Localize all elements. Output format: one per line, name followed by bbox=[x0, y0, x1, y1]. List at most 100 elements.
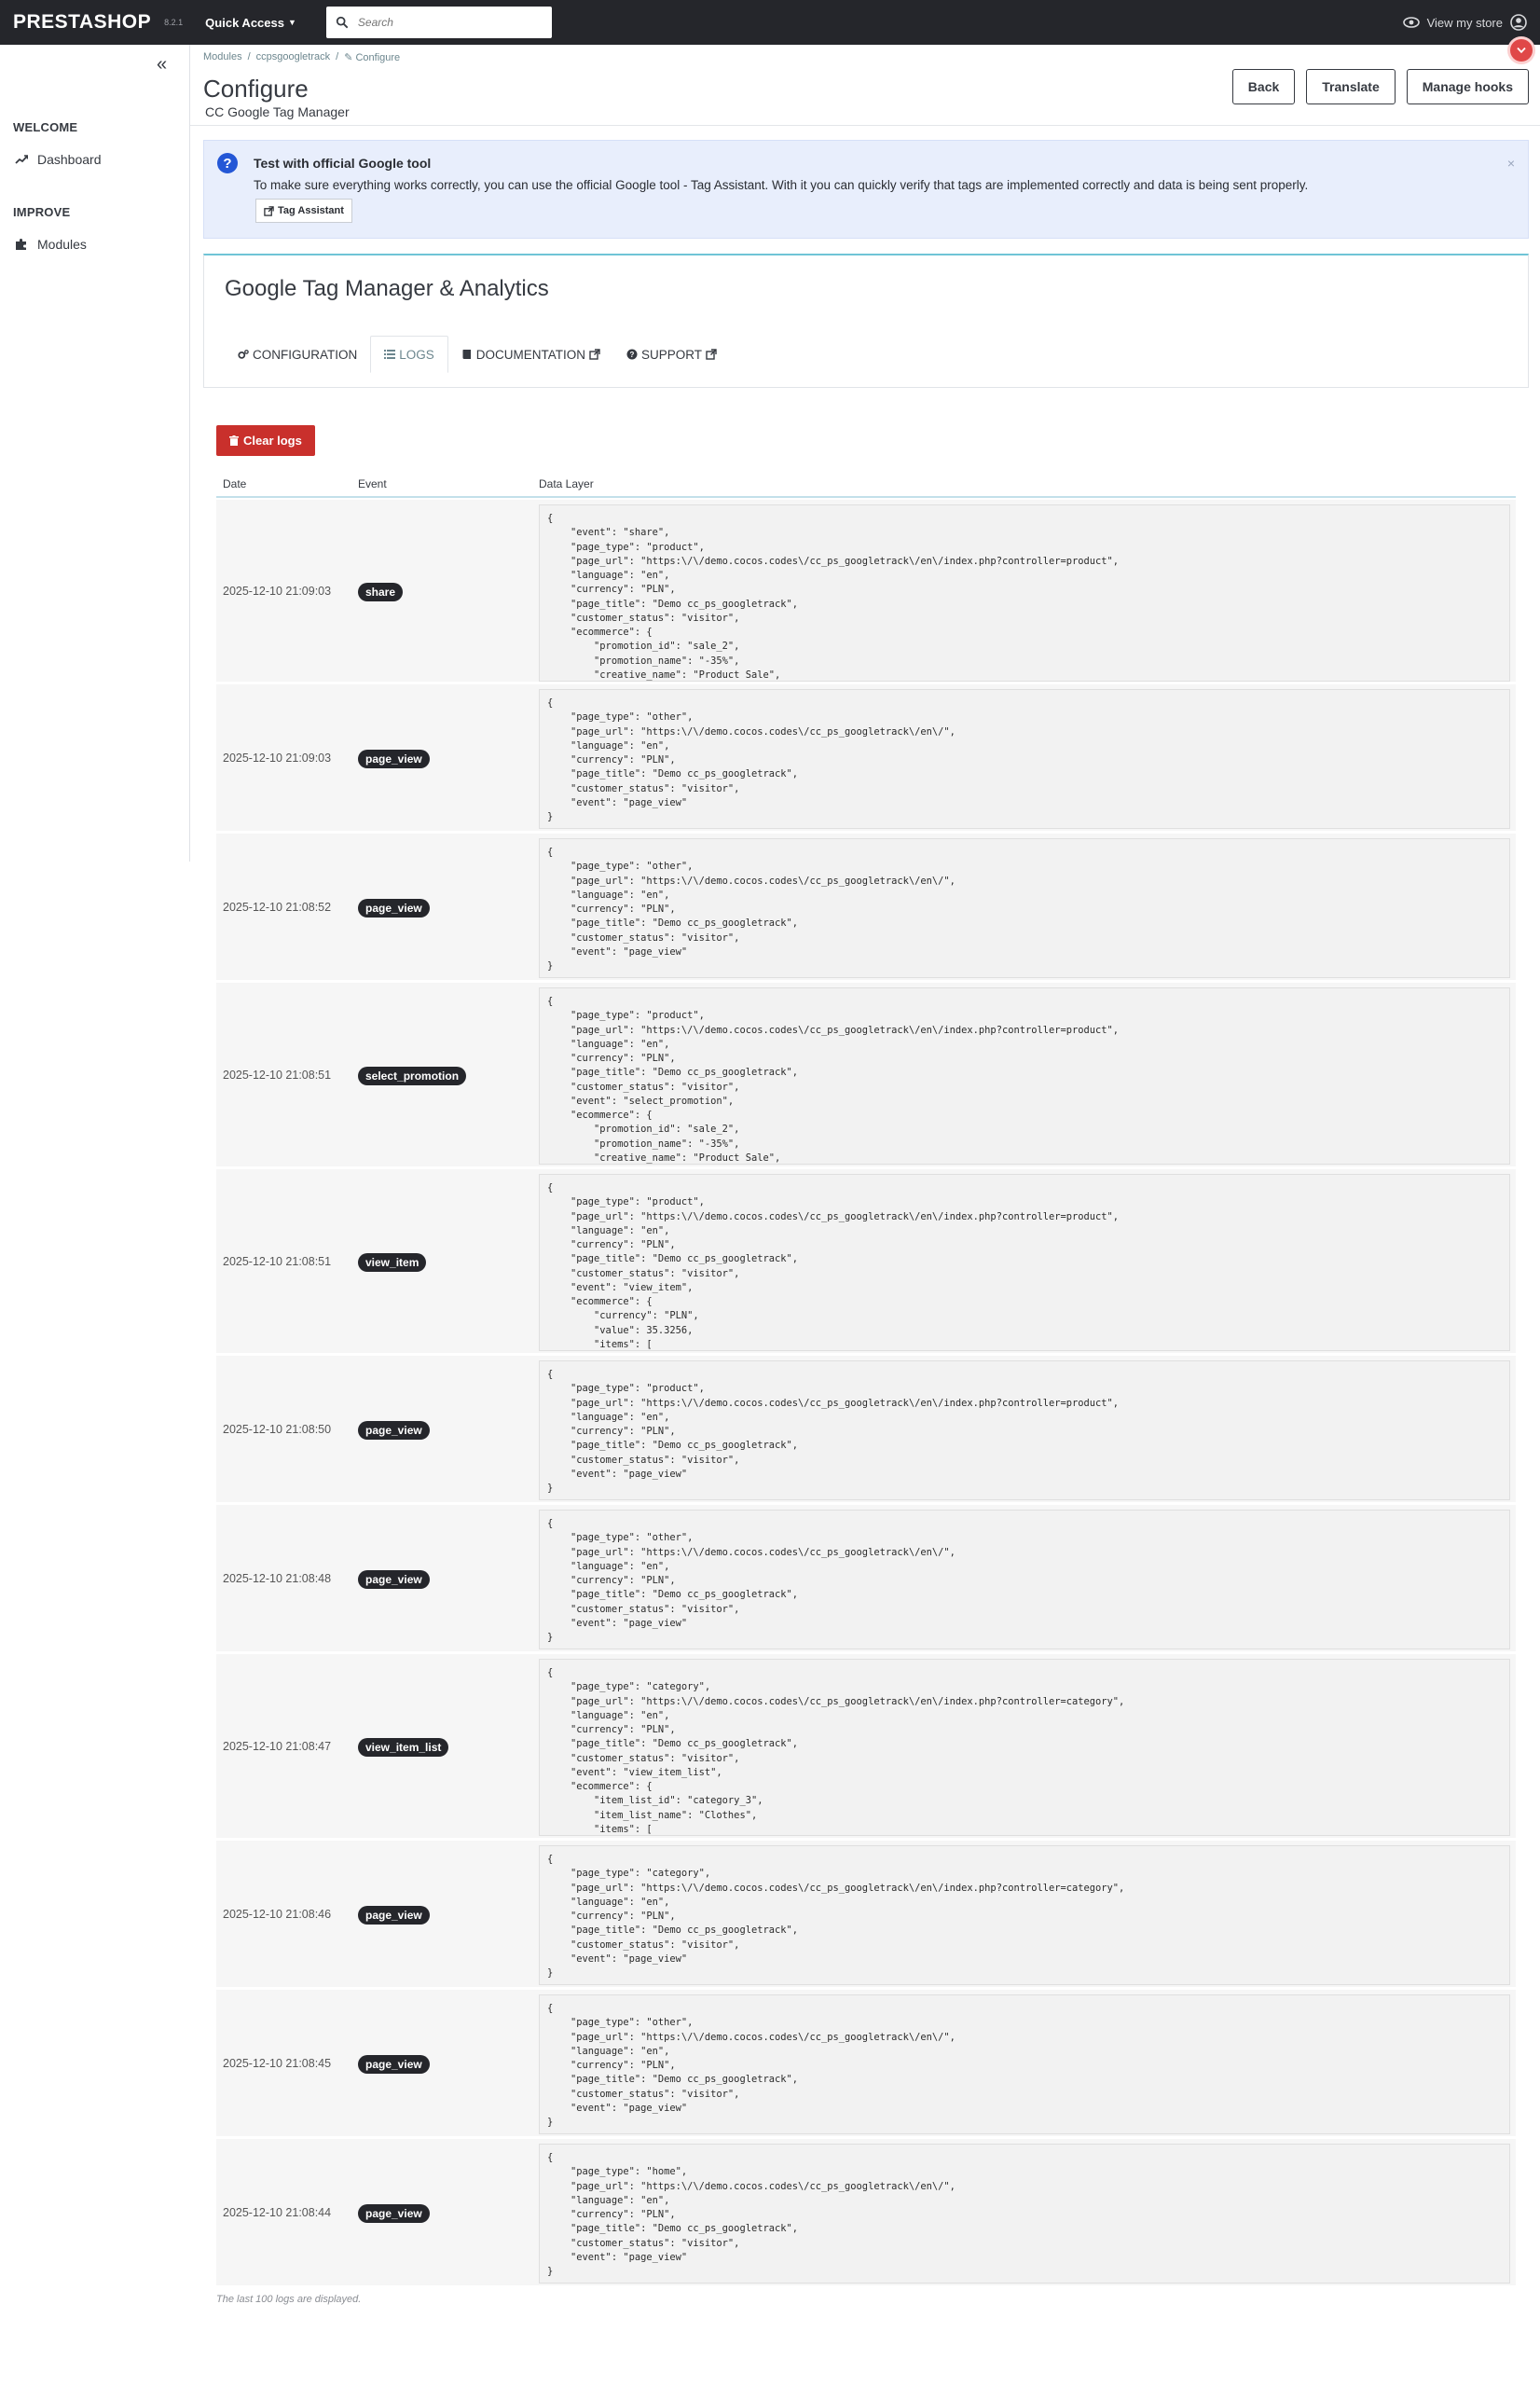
log-date: 2025-12-10 21:08:47 bbox=[223, 1740, 332, 1753]
question-circle-icon: ? bbox=[626, 349, 638, 360]
tab-support[interactable]: ? SUPPORT bbox=[613, 336, 730, 373]
data-layer-code[interactable]: { "page_type": "home", "page_url": "http… bbox=[539, 2144, 1510, 2284]
question-circle-icon: ? bbox=[217, 153, 238, 173]
breadcrumb-module[interactable]: ccpsgoogletrack bbox=[256, 51, 331, 63]
event-badge: page_view bbox=[358, 899, 430, 918]
header-toolbar: Back Translate Manage hooks bbox=[1231, 69, 1529, 104]
breadcrumb-current: ✎ Configure bbox=[344, 51, 400, 63]
cogs-icon bbox=[238, 350, 249, 359]
event-badge: page_view bbox=[358, 750, 430, 768]
sidebar-item-label: Dashboard bbox=[37, 152, 102, 167]
tab-label: DOCUMENTATION bbox=[475, 347, 586, 362]
alert-text: To make sure everything works correctly,… bbox=[254, 178, 1309, 192]
tab-documentation[interactable]: DOCUMENTATION bbox=[448, 336, 613, 373]
log-date: 2025-12-10 21:08:45 bbox=[223, 2057, 332, 2070]
search-icon bbox=[336, 16, 349, 29]
table-row: 2025-12-10 21:08:50 page_view { "page_ty… bbox=[216, 1356, 1516, 1505]
event-badge: page_view bbox=[358, 1906, 430, 1925]
event-badge: page_view bbox=[358, 1570, 430, 1589]
table-row: 2025-12-10 21:08:51 select_promotion { "… bbox=[216, 983, 1516, 1169]
column-header-date: Date bbox=[223, 477, 247, 490]
header-divider bbox=[190, 125, 1540, 126]
data-layer-code[interactable]: { "page_type": "product", "page_url": "h… bbox=[539, 1174, 1510, 1351]
tag-assistant-button[interactable]: Tag Assistant bbox=[255, 199, 352, 223]
logs-table-header: Date Event Data Layer bbox=[216, 472, 1516, 498]
breadcrumb-separator: / bbox=[247, 51, 251, 62]
log-date: 2025-12-10 21:08:52 bbox=[223, 901, 332, 914]
data-layer-code[interactable]: { "page_type": "other", "page_url": "htt… bbox=[539, 838, 1510, 978]
log-date: 2025-12-10 21:08:44 bbox=[223, 2206, 332, 2219]
alert-title: Test with official Google tool bbox=[254, 156, 432, 171]
table-row: 2025-12-10 21:08:45 page_view { "page_ty… bbox=[216, 1990, 1516, 2139]
list-icon bbox=[384, 350, 396, 359]
trending-up-icon bbox=[15, 155, 28, 164]
external-link-icon bbox=[264, 205, 274, 216]
sidebar-item-dashboard[interactable]: Dashboard bbox=[15, 152, 102, 167]
back-button[interactable]: Back bbox=[1231, 69, 1296, 104]
trash-icon bbox=[229, 435, 239, 446]
table-row: 2025-12-10 21:08:47 view_item_list { "pa… bbox=[216, 1654, 1516, 1841]
data-layer-code[interactable]: { "page_type": "other", "page_url": "htt… bbox=[539, 1994, 1510, 2134]
module-title: Google Tag Manager & Analytics bbox=[225, 276, 549, 301]
log-date: 2025-12-10 21:09:03 bbox=[223, 585, 332, 598]
prestashop-logo[interactable]: PRESTASHOP bbox=[13, 11, 151, 34]
sidebar-item-label: Modules bbox=[37, 237, 87, 252]
table-row: 2025-12-10 21:08:52 page_view { "page_ty… bbox=[216, 834, 1516, 983]
search-input[interactable] bbox=[357, 16, 535, 29]
view-store-link[interactable]: View my store bbox=[1402, 0, 1527, 45]
table-row: 2025-12-10 21:08:46 page_view { "page_ty… bbox=[216, 1841, 1516, 1990]
tab-logs[interactable]: LOGS bbox=[370, 336, 448, 373]
user-account-icon[interactable] bbox=[1510, 14, 1527, 31]
breadcrumb-current-label: Configure bbox=[355, 52, 401, 63]
translate-button[interactable]: Translate bbox=[1306, 69, 1396, 104]
info-alert: ? Test with official Google tool To make… bbox=[203, 140, 1529, 239]
tab-configuration[interactable]: CONFIGURATION bbox=[225, 336, 370, 373]
table-row: 2025-12-10 21:08:48 page_view { "page_ty… bbox=[216, 1505, 1516, 1654]
data-layer-code[interactable]: { "page_type": "product", "page_url": "h… bbox=[539, 987, 1510, 1165]
wrench-icon: ✎ bbox=[344, 52, 353, 63]
column-header-data-layer: Data Layer bbox=[539, 477, 594, 490]
logs-footnote: The last 100 logs are displayed. bbox=[216, 2294, 362, 2305]
view-store-label: View my store bbox=[1426, 15, 1503, 30]
close-icon[interactable]: × bbox=[1507, 156, 1515, 171]
page-subtitle: CC Google Tag Manager bbox=[205, 104, 350, 119]
log-date: 2025-12-10 21:08:46 bbox=[223, 1908, 332, 1921]
search-box[interactable] bbox=[325, 7, 552, 38]
event-badge: page_view bbox=[358, 2055, 430, 2074]
sidebar: « WELCOME Dashboard IMPROVE Modules bbox=[0, 45, 190, 862]
logs-table-body: 2025-12-10 21:09:03 share { "event": "sh… bbox=[216, 500, 1516, 2288]
notification-toggle[interactable] bbox=[1510, 39, 1533, 62]
tab-label: SUPPORT bbox=[641, 347, 703, 362]
sidebar-section-welcome: WELCOME bbox=[13, 120, 78, 134]
event-badge: view_item bbox=[358, 1253, 427, 1272]
table-row: 2025-12-10 21:08:44 page_view { "page_ty… bbox=[216, 2139, 1516, 2288]
tab-label: CONFIGURATION bbox=[253, 347, 358, 362]
sidebar-item-modules[interactable]: Modules bbox=[15, 237, 87, 252]
log-date: 2025-12-10 21:08:50 bbox=[223, 1423, 332, 1436]
top-bar: PRESTASHOP 8.2.1 Quick Access ▼ View my … bbox=[0, 0, 1540, 45]
data-layer-code[interactable]: { "page_type": "product", "page_url": "h… bbox=[539, 1360, 1510, 1500]
table-row: 2025-12-10 21:08:51 view_item { "page_ty… bbox=[216, 1169, 1516, 1356]
quick-access-label: Quick Access bbox=[205, 15, 284, 30]
collapse-sidebar-icon[interactable]: « bbox=[157, 54, 167, 76]
external-link-icon bbox=[589, 349, 600, 360]
module-tabs: CONFIGURATION LOGS DOCUMENTATION ? SUPPO… bbox=[225, 336, 730, 373]
data-layer-code[interactable]: { "page_type": "other", "page_url": "htt… bbox=[539, 689, 1510, 829]
quick-access-button[interactable]: Quick Access ▼ bbox=[205, 16, 296, 30]
svg-text:?: ? bbox=[630, 351, 635, 359]
event-badge: select_promotion bbox=[358, 1067, 467, 1085]
log-date: 2025-12-10 21:08:51 bbox=[223, 1255, 332, 1268]
clear-logs-button[interactable]: Clear logs bbox=[216, 425, 315, 456]
table-row: 2025-12-10 21:09:03 share { "event": "sh… bbox=[216, 500, 1516, 684]
data-layer-code[interactable]: { "event": "share", "page_type": "produc… bbox=[539, 504, 1510, 682]
clear-logs-label: Clear logs bbox=[243, 434, 302, 448]
manage-hooks-button[interactable]: Manage hooks bbox=[1406, 69, 1529, 104]
breadcrumb-modules[interactable]: Modules bbox=[203, 51, 242, 63]
table-row: 2025-12-10 21:09:03 page_view { "page_ty… bbox=[216, 684, 1516, 834]
data-layer-code[interactable]: { "page_type": "category", "page_url": "… bbox=[539, 1659, 1510, 1836]
log-date: 2025-12-10 21:08:48 bbox=[223, 1572, 332, 1585]
data-layer-code[interactable]: { "page_type": "category", "page_url": "… bbox=[539, 1845, 1510, 1985]
data-layer-code[interactable]: { "page_type": "other", "page_url": "htt… bbox=[539, 1510, 1510, 1649]
module-card: Google Tag Manager & Analytics CONFIGURA… bbox=[203, 254, 1529, 388]
book-icon bbox=[462, 350, 471, 359]
